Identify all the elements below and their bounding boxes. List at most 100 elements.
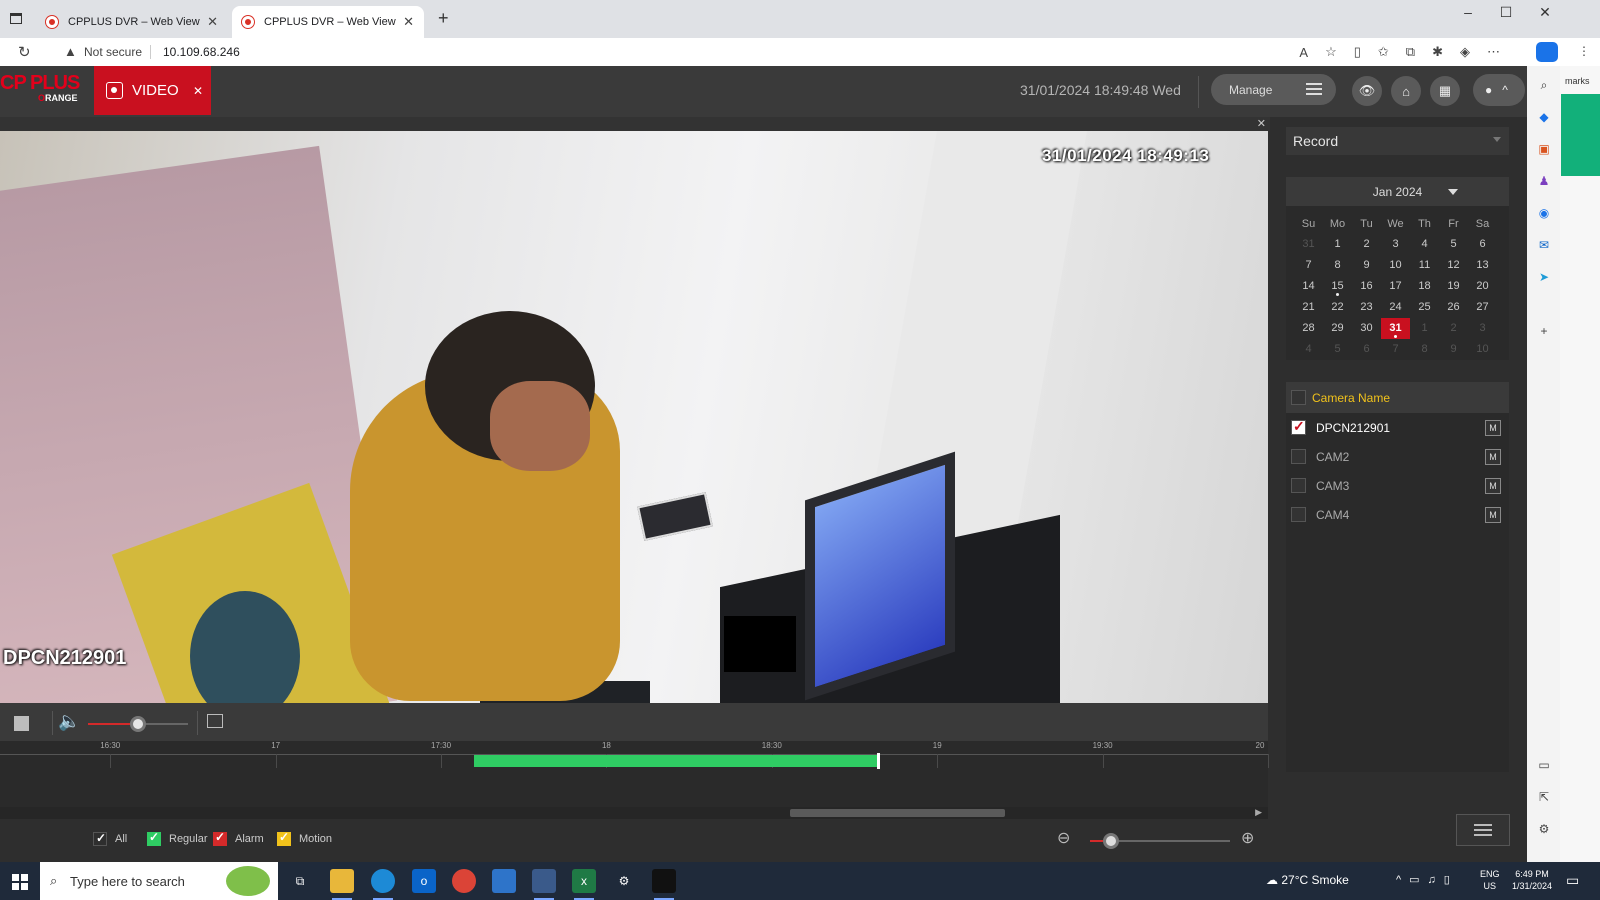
close-window-icon[interactable]: ✕ bbox=[1527, 4, 1563, 21]
calendar-day[interactable]: 20 bbox=[1468, 276, 1497, 297]
motion-checkbox[interactable] bbox=[277, 830, 291, 846]
user-menu[interactable]: ● ^ bbox=[1473, 74, 1525, 106]
camera-row[interactable]: CAM3 M bbox=[1286, 471, 1509, 500]
teams-icon[interactable] bbox=[532, 869, 556, 900]
sidebar-shopping-icon[interactable]: ◆ bbox=[1535, 108, 1553, 126]
regular-recording-segment[interactable] bbox=[474, 755, 877, 767]
calendar-day[interactable]: 31 bbox=[1381, 318, 1410, 339]
record-type-select[interactable]: Record bbox=[1286, 127, 1509, 155]
security-label[interactable]: Not secure bbox=[84, 45, 142, 59]
calendar-day[interactable]: 3 bbox=[1381, 234, 1410, 255]
timeline-scrollbar[interactable]: ▶ bbox=[0, 807, 1268, 819]
camera-checkbox[interactable] bbox=[1291, 418, 1306, 435]
stop-icon[interactable] bbox=[14, 716, 29, 731]
calendar-day[interactable]: 30 bbox=[1352, 318, 1381, 339]
minimize-icon[interactable]: – bbox=[1450, 4, 1486, 20]
close-tab-icon[interactable]: ✕ bbox=[403, 14, 414, 30]
tab-actions-icon[interactable] bbox=[10, 13, 22, 24]
legend-alarm[interactable]: Alarm bbox=[213, 830, 264, 846]
language-indicator[interactable]: ENG US bbox=[1480, 868, 1500, 892]
calendar-day[interactable]: 18 bbox=[1410, 276, 1439, 297]
camera-checkbox[interactable] bbox=[1291, 507, 1306, 522]
main-stream-button[interactable]: M bbox=[1485, 478, 1501, 494]
close-video-icon[interactable]: ✕ bbox=[1257, 117, 1266, 130]
maximize-icon[interactable]: ☐ bbox=[1488, 4, 1524, 21]
calendar-header[interactable]: Jan 2024 bbox=[1286, 177, 1509, 206]
calendar-day[interactable]: 29 bbox=[1323, 318, 1352, 339]
calendar-day[interactable]: 22 bbox=[1323, 297, 1352, 318]
sidebar-hide-icon[interactable]: ▭ bbox=[1535, 756, 1553, 774]
video-tab[interactable]: VIDEO ✕ bbox=[94, 66, 211, 115]
sidebar-drop-icon[interactable]: ➤ bbox=[1535, 268, 1553, 286]
camera-row[interactable]: CAM2 M bbox=[1286, 442, 1509, 471]
calendar-day[interactable]: 14 bbox=[1294, 276, 1323, 297]
zoom-in-icon[interactable]: ⊕ bbox=[1241, 828, 1254, 848]
calendar-day[interactable]: 23 bbox=[1352, 297, 1381, 318]
camera-row[interactable]: DPCN212901 M bbox=[1286, 413, 1509, 442]
chrome-icon[interactable] bbox=[452, 869, 476, 893]
calendar-day[interactable]: 6 bbox=[1468, 234, 1497, 255]
volume-knob[interactable] bbox=[130, 716, 146, 732]
sidebar-search-icon[interactable]: ⌕ bbox=[1535, 76, 1553, 94]
camera-checkbox[interactable] bbox=[1291, 478, 1306, 493]
calendar-day[interactable]: 21 bbox=[1294, 297, 1323, 318]
fullscreen-icon[interactable] bbox=[207, 714, 223, 728]
legend-motion[interactable]: Motion bbox=[277, 830, 332, 846]
select-all-cameras-checkbox[interactable] bbox=[1291, 390, 1306, 405]
read-aloud-icon[interactable]: A bbox=[1299, 45, 1308, 60]
settings-icon[interactable]: ⚙ bbox=[612, 869, 636, 893]
windows-start-icon[interactable] bbox=[12, 874, 28, 890]
preview-eye-icon[interactable]: 👁 bbox=[1352, 76, 1382, 106]
timeline-zoom-slider[interactable] bbox=[1090, 833, 1230, 849]
calendar-day[interactable]: 28 bbox=[1294, 318, 1323, 339]
calendar-day[interactable]: 1 bbox=[1323, 234, 1352, 255]
close-tab-icon[interactable]: ✕ bbox=[207, 14, 218, 30]
browser-tab-1[interactable]: CPPLUS DVR – Web View ✕ bbox=[36, 6, 228, 38]
calendar-day[interactable]: 13 bbox=[1468, 255, 1497, 276]
camera-checkbox[interactable] bbox=[1291, 449, 1306, 464]
weather-widget[interactable]: ☁ 27°C Smoke bbox=[1266, 873, 1349, 887]
alarm-checkbox[interactable] bbox=[213, 830, 227, 846]
manage-button[interactable]: Manage bbox=[1211, 74, 1336, 105]
edge-browser-icon[interactable] bbox=[371, 869, 395, 900]
new-tab-icon[interactable]: + bbox=[438, 8, 449, 29]
store-icon[interactable] bbox=[492, 869, 516, 893]
sidebar-m365-icon[interactable]: ◉ bbox=[1535, 204, 1553, 222]
sidebar-add-icon[interactable]: + bbox=[1535, 322, 1553, 340]
calendar-day[interactable]: 27 bbox=[1468, 297, 1497, 318]
sidebar-tools-icon[interactable]: ▣ bbox=[1535, 140, 1553, 158]
split-screen-icon[interactable]: ▯ bbox=[1354, 44, 1361, 60]
calendar-day[interactable]: 5 bbox=[1439, 234, 1468, 255]
scrollbar-thumb[interactable] bbox=[790, 809, 1005, 817]
warning-icon[interactable]: ▲ bbox=[64, 44, 77, 59]
camera-row[interactable]: CAM4 M bbox=[1286, 500, 1509, 529]
close-video-tab-icon[interactable]: ✕ bbox=[193, 84, 203, 98]
sidebar-settings-icon[interactable]: ⚙ bbox=[1535, 820, 1553, 838]
all-checkbox[interactable] bbox=[93, 831, 107, 846]
sidebar-games-icon[interactable]: ♟ bbox=[1535, 172, 1553, 190]
browser-tab-2[interactable]: CPPLUS DVR – Web View ✕ bbox=[232, 6, 424, 38]
terminal-icon[interactable] bbox=[652, 869, 676, 900]
regular-checkbox[interactable] bbox=[147, 830, 161, 846]
playhead-cursor[interactable] bbox=[876, 753, 880, 769]
calendar-day[interactable]: 15 bbox=[1323, 276, 1352, 297]
legend-all[interactable]: All bbox=[93, 831, 127, 846]
tray-icons[interactable]: ^▭♫▯ bbox=[1396, 873, 1458, 886]
calendar-day[interactable]: 8 bbox=[1323, 255, 1352, 276]
url-field[interactable]: 10.109.68.246 bbox=[163, 45, 240, 59]
browser-essentials-icon[interactable]: ◈ bbox=[1460, 44, 1470, 60]
volume-icon[interactable]: 🔈 bbox=[58, 711, 80, 732]
timeline[interactable]: 16:30 17 17:30 18 18:30 19 19:30 20 bbox=[0, 741, 1269, 816]
refresh-icon[interactable]: ↻ bbox=[18, 43, 31, 61]
outlook-icon[interactable]: o bbox=[412, 869, 436, 893]
video-player[interactable]: 31/01/2024 18:49:13 DPCN212901 bbox=[0, 131, 1268, 703]
layout-grid-icon[interactable]: ▦ bbox=[1430, 76, 1460, 106]
calendar-day[interactable]: 25 bbox=[1410, 297, 1439, 318]
scroll-right-icon[interactable]: ▶ bbox=[1255, 807, 1262, 818]
task-view-icon[interactable]: ⧉ bbox=[288, 869, 312, 893]
favorite-star-icon[interactable]: ☆ bbox=[1325, 44, 1337, 60]
main-stream-button[interactable]: M bbox=[1485, 507, 1501, 523]
calendar-day[interactable]: 4 bbox=[1410, 234, 1439, 255]
taskbar-search-input[interactable]: ⌕ Type here to search bbox=[40, 862, 278, 900]
calendar-day[interactable]: 12 bbox=[1439, 255, 1468, 276]
